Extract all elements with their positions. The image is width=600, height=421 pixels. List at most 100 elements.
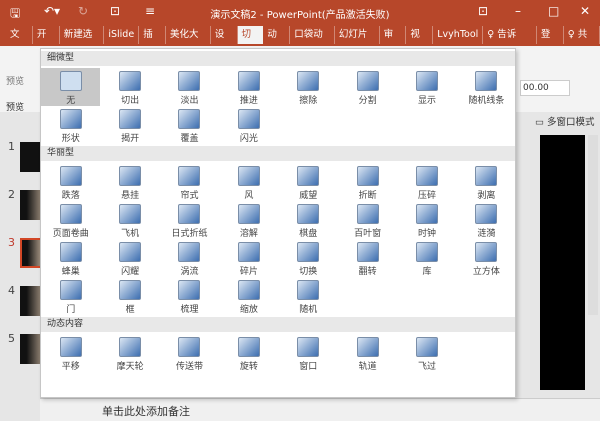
tab-3[interactable]: iSlide: [104, 26, 140, 44]
transition-label: 摩天轮: [116, 362, 144, 372]
multi-window-button[interactable]: ▭ 多窗口模式: [535, 114, 595, 128]
transition-item[interactable]: 平移: [41, 334, 100, 372]
transition-label: 百叶窗: [354, 229, 382, 239]
transition-item[interactable]: 飞机: [100, 201, 159, 239]
transition-item[interactable]: 剥离: [457, 163, 516, 201]
transition-icon: [178, 166, 201, 186]
transition-item[interactable]: 折断: [338, 163, 397, 201]
transition-item[interactable]: 威望: [279, 163, 338, 201]
transition-item[interactable]: 时钟: [397, 201, 456, 239]
transition-item[interactable]: 传送带: [160, 334, 219, 372]
maximize-icon[interactable]: □: [548, 4, 559, 18]
transition-item[interactable]: 旋转: [219, 334, 278, 372]
transition-icon: [178, 71, 201, 91]
tab-15[interactable]: 登录: [537, 26, 564, 58]
tab-11[interactable]: 审阅: [380, 26, 407, 58]
tab-1[interactable]: 开始: [33, 26, 60, 58]
transition-item[interactable]: 轨道: [338, 334, 397, 372]
tab-13[interactable]: LvyhTool: [433, 26, 484, 44]
transition-label: 轨道: [358, 362, 377, 372]
transition-item[interactable]: 碎片: [219, 239, 278, 277]
transition-icon: [59, 71, 82, 91]
tab-9[interactable]: 口袋动画: [290, 26, 335, 58]
transition-label: 飞过: [418, 362, 437, 372]
transition-item[interactable]: 日式折纸: [160, 201, 219, 239]
transition-item[interactable]: 显示: [397, 68, 456, 106]
tab-16[interactable]: ♀ 共享: [564, 26, 600, 58]
transition-item[interactable]: 页面卷曲: [41, 201, 100, 239]
transition-item[interactable]: 闪光: [219, 106, 278, 144]
transition-item[interactable]: 随机: [279, 277, 338, 315]
transition-label: 无: [66, 96, 76, 106]
transition-label: 折断: [358, 191, 377, 201]
transition-icon: [178, 337, 201, 357]
duration-input[interactable]: 00.00: [520, 80, 570, 96]
preview-button[interactable]: 预览: [6, 74, 24, 87]
transition-item[interactable]: 蜂巢: [41, 239, 100, 277]
tab-0[interactable]: 文件: [6, 26, 33, 58]
tab-8[interactable]: 动画: [263, 26, 291, 58]
transition-item[interactable]: 形状: [41, 106, 100, 144]
transition-item[interactable]: 棋盘: [279, 201, 338, 239]
transition-icon: [119, 337, 142, 357]
tab-5[interactable]: 美化大师: [166, 26, 211, 58]
minimize-icon[interactable]: –: [515, 4, 521, 18]
transition-icon: [59, 280, 82, 300]
transition-label: 切出: [121, 96, 140, 106]
transition-item[interactable]: 风: [219, 163, 278, 201]
transition-item[interactable]: 擦除: [279, 68, 338, 106]
transition-item[interactable]: 窗口: [279, 334, 338, 372]
tab-7[interactable]: 切换: [237, 26, 264, 58]
transition-item[interactable]: 摩天轮: [100, 334, 159, 372]
transition-item[interactable]: 淡出: [160, 68, 219, 106]
transition-icon: [475, 242, 498, 262]
transition-item[interactable]: 帘式: [160, 163, 219, 201]
transition-label: 压碎: [418, 191, 437, 201]
tab-2[interactable]: 新建选项: [60, 26, 105, 58]
transition-item[interactable]: 悬挂: [100, 163, 159, 201]
transition-item[interactable]: 框: [100, 277, 159, 315]
tab-6[interactable]: 设计: [211, 26, 238, 58]
tab-4[interactable]: 插入: [139, 26, 167, 58]
transition-label: 页面卷曲: [52, 229, 89, 239]
transition-item[interactable]: 缩放: [219, 277, 278, 315]
transition-item[interactable]: 闪耀: [100, 239, 159, 277]
transition-item[interactable]: 覆盖: [160, 106, 219, 144]
tab-14[interactable]: ♀ 告诉我...: [483, 26, 537, 58]
transition-item[interactable]: 涡流: [160, 239, 219, 277]
slide-thumbnail[interactable]: [20, 190, 42, 220]
transition-item[interactable]: 立方体: [457, 239, 516, 277]
tab-10[interactable]: 幻灯片放: [335, 26, 380, 58]
transition-item[interactable]: 压碎: [397, 163, 456, 201]
transition-item[interactable]: 切出: [100, 68, 159, 106]
transition-item[interactable]: 跌落: [41, 163, 100, 201]
slide-thumbnails: 1 2 3 4 5: [0, 112, 42, 398]
transition-item[interactable]: 溶解: [219, 201, 278, 239]
transition-item[interactable]: 百叶窗: [338, 201, 397, 239]
transition-item[interactable]: 翻转: [338, 239, 397, 277]
transition-item[interactable]: 门: [41, 277, 100, 315]
transition-item[interactable]: 切换: [279, 239, 338, 277]
notes-pane[interactable]: 单击此处添加备注: [40, 398, 600, 421]
transition-item[interactable]: 飞过: [397, 334, 456, 372]
transition-item[interactable]: 无: [41, 68, 101, 106]
transition-item[interactable]: 推进: [219, 68, 278, 106]
ribbon-display-icon[interactable]: ⊡: [478, 4, 488, 18]
slide-canvas[interactable]: [540, 135, 585, 390]
vertical-scrollbar[interactable]: [588, 135, 598, 315]
transition-label: 淡出: [180, 96, 199, 106]
transition-item[interactable]: 揭开: [100, 106, 159, 144]
transition-item[interactable]: 分割: [338, 68, 397, 106]
transition-item[interactable]: 涟漪: [457, 201, 516, 239]
close-icon[interactable]: ✕: [580, 4, 590, 18]
transition-item[interactable]: 梳理: [160, 277, 219, 315]
slide-thumbnail[interactable]: [20, 238, 42, 268]
transition-label: 形状: [61, 134, 80, 144]
slide-thumbnail[interactable]: [20, 334, 42, 364]
transition-item[interactable]: 随机线条: [457, 68, 516, 106]
transition-item[interactable]: 库: [397, 239, 456, 277]
tab-12[interactable]: 视图: [406, 26, 434, 58]
transition-icon: [475, 204, 498, 224]
slide-thumbnail[interactable]: [20, 142, 42, 172]
slide-thumbnail[interactable]: [20, 286, 42, 316]
